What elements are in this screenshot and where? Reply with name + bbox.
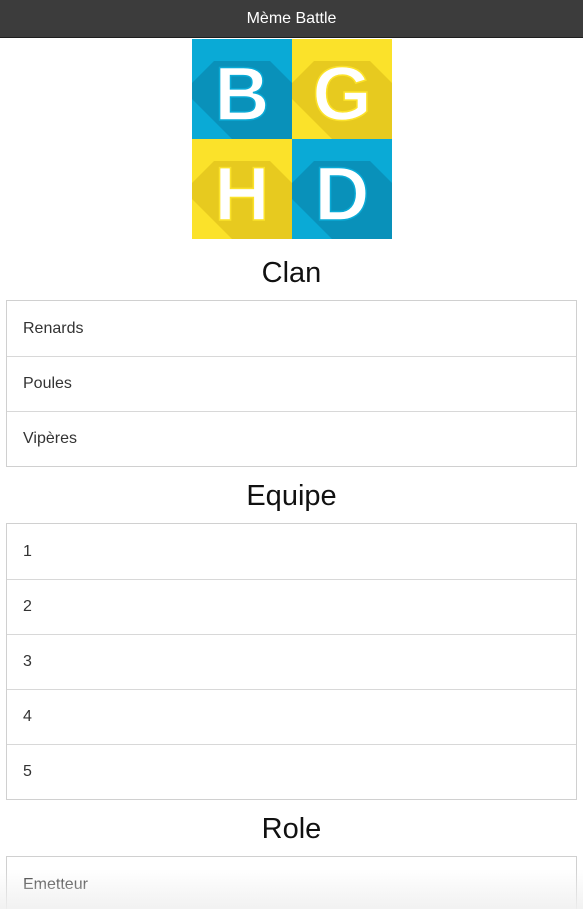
equipe-section-title: Equipe	[246, 480, 337, 512]
clan-list: Renards Poules Vipères	[6, 300, 577, 467]
list-item-label: Emetteur	[23, 875, 88, 893]
equipe-option-1[interactable]: 1	[7, 524, 576, 579]
equipe-option-3[interactable]: 3	[7, 634, 576, 689]
equipe-list: 1 2 3 4 5	[6, 523, 577, 800]
list-item-label: 1	[23, 542, 32, 560]
list-item-label: Renards	[23, 319, 84, 337]
app-logo: B G H D	[191, 39, 392, 239]
clan-option-poules[interactable]: Poules	[7, 356, 576, 411]
logo-graphic: B G H D	[191, 39, 392, 239]
logo-letter-b: B	[214, 52, 269, 137]
equipe-option-5[interactable]: 5	[7, 744, 576, 799]
list-item-label: Poules	[23, 375, 72, 392]
role-option-emetteur[interactable]: Emetteur	[7, 857, 576, 909]
list-item-label: 4	[23, 708, 32, 725]
logo-letter-h: H	[214, 152, 269, 237]
app-page: Mème Battle B G H D Clan Renards Poules	[0, 0, 583, 909]
window-title: Mème Battle	[246, 9, 337, 27]
role-list: Emetteur	[6, 856, 577, 909]
logo-letter-g: G	[312, 52, 371, 137]
list-item-label: 2	[23, 598, 32, 615]
list-item-label: Vipères	[23, 430, 77, 447]
equipe-option-4[interactable]: 4	[7, 689, 576, 744]
clan-option-viperes[interactable]: Vipères	[7, 411, 576, 466]
window-titlebar: Mème Battle	[0, 0, 583, 38]
equipe-option-2[interactable]: 2	[7, 579, 576, 634]
list-item-label: 3	[23, 653, 32, 670]
logo-letter-d: D	[314, 152, 369, 237]
role-section-title: Role	[261, 813, 322, 845]
list-item-label: 5	[23, 763, 32, 780]
clan-section-title: Clan	[261, 257, 322, 289]
clan-option-renards[interactable]: Renards	[7, 301, 576, 356]
